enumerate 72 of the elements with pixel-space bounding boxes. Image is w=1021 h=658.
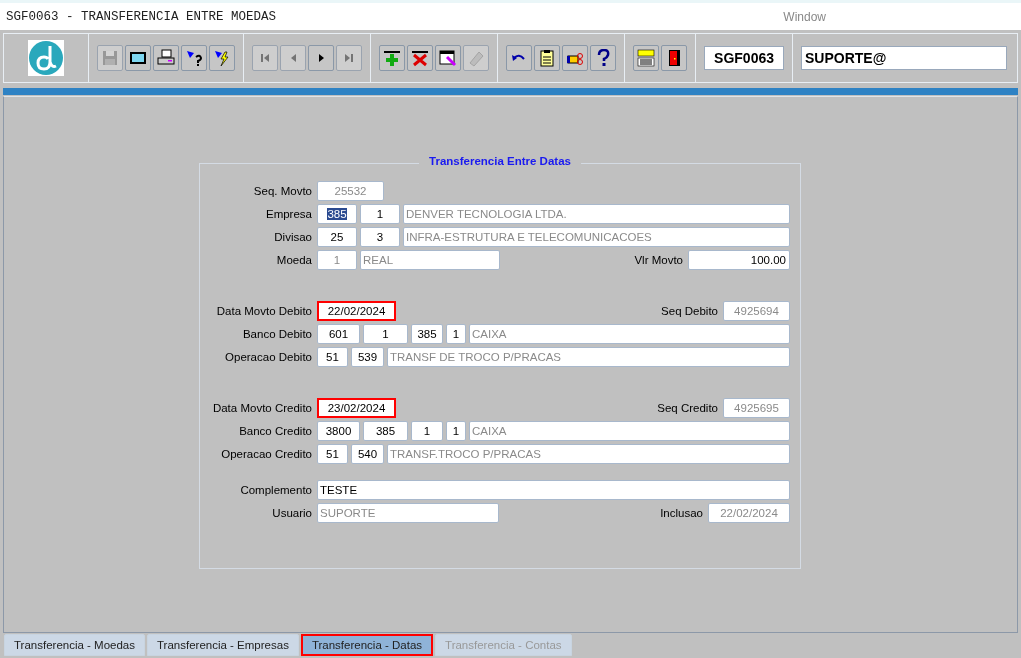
query-icon xyxy=(185,49,204,67)
input-field[interactable]: 539 xyxy=(351,347,384,367)
clear-icon xyxy=(467,49,486,67)
insert-icon xyxy=(383,49,402,67)
field-label: Seq Credito xyxy=(657,402,719,414)
input-field[interactable]: 1 xyxy=(363,324,408,344)
toolbar-button[interactable] xyxy=(661,45,688,71)
clipboard-icon xyxy=(538,49,557,67)
menu-item[interactable]: Window xyxy=(783,9,826,24)
menu-icon xyxy=(637,49,656,67)
field-label: Complemento xyxy=(239,484,313,496)
user-field: SUPORTE@ xyxy=(801,46,1007,70)
input-field[interactable]: 3800 xyxy=(317,421,360,441)
input-field[interactable]: 22/02/2024 xyxy=(317,301,396,321)
field-label: Seq. Movto xyxy=(252,185,313,197)
input-field[interactable]: 540 xyxy=(351,444,384,464)
window-title: SGF0063 - TRANSFERENCIA ENTRE MOEDAS xyxy=(6,9,278,24)
toolbar-button[interactable] xyxy=(435,45,462,71)
field-label: Operacao Debito xyxy=(224,351,313,363)
toolbar-button[interactable] xyxy=(379,45,406,71)
input-field[interactable]: 100.00 xyxy=(688,250,790,270)
tab[interactable]: Transferencia - Empresas xyxy=(147,634,299,656)
toolbar-button[interactable] xyxy=(407,45,434,71)
field-label: Vlr Movto xyxy=(634,254,684,266)
save-icon xyxy=(101,49,120,67)
field-label: Data Movto Credito xyxy=(211,402,313,414)
input-field[interactable]: 23/02/2024 xyxy=(317,398,396,418)
field-label: Divisao xyxy=(273,231,313,243)
field-label: Banco Credito xyxy=(238,425,313,437)
input-field[interactable]: 385 xyxy=(363,421,408,441)
toolbar-button[interactable] xyxy=(506,45,533,71)
next-icon xyxy=(318,54,324,62)
field-label: Data Movto Debito xyxy=(215,305,313,317)
toolbar-button[interactable] xyxy=(181,45,208,71)
field-label: Moeda xyxy=(275,254,313,266)
tab[interactable]: Transferencia - Datas xyxy=(300,634,434,656)
program-code-field: SGF0063 xyxy=(704,46,784,70)
toolbar-button[interactable] xyxy=(308,45,335,71)
field-label: Inclusao xyxy=(660,507,704,519)
input-field[interactable]: 601 xyxy=(317,324,360,344)
input-field[interactable]: 1 xyxy=(446,421,466,441)
input-field[interactable]: 1 xyxy=(446,324,466,344)
field-label: Seq Debito xyxy=(661,305,719,317)
input-field[interactable]: 1 xyxy=(411,421,443,441)
input-field[interactable]: TESTE xyxy=(317,480,790,500)
first-icon xyxy=(261,54,270,62)
input-field[interactable]: 25 xyxy=(317,227,357,247)
toolbar-button[interactable] xyxy=(562,45,589,71)
form-title: Transferencia Entre Datas xyxy=(419,155,581,167)
execute-icon xyxy=(213,49,232,67)
input-field[interactable]: 385 xyxy=(317,204,357,224)
delete-icon xyxy=(411,49,430,67)
field-label: Empresa xyxy=(264,208,313,220)
input-field[interactable]: 385 xyxy=(411,324,443,344)
field-label: Banco Debito xyxy=(241,328,313,340)
print-icon xyxy=(157,49,176,67)
last-icon xyxy=(345,54,354,62)
edit-icon xyxy=(439,49,458,67)
input-field[interactable]: 51 xyxy=(317,347,348,367)
input-field[interactable]: 3 xyxy=(360,227,400,247)
tab[interactable]: Transferencia - Moedas xyxy=(4,634,145,656)
input-field[interactable]: 1 xyxy=(360,204,400,224)
prev-icon xyxy=(290,54,296,62)
toolbar-button[interactable] xyxy=(153,45,180,71)
window-icon xyxy=(129,49,148,67)
field-label: Operacao Credito xyxy=(220,448,313,460)
toolbar-button[interactable] xyxy=(125,45,152,71)
field-label: Usuario xyxy=(271,507,313,519)
input-field[interactable]: 51 xyxy=(317,444,348,464)
toolbar-button[interactable] xyxy=(590,45,617,71)
toolbar-button[interactable] xyxy=(534,45,561,71)
logo-icon xyxy=(28,40,65,76)
